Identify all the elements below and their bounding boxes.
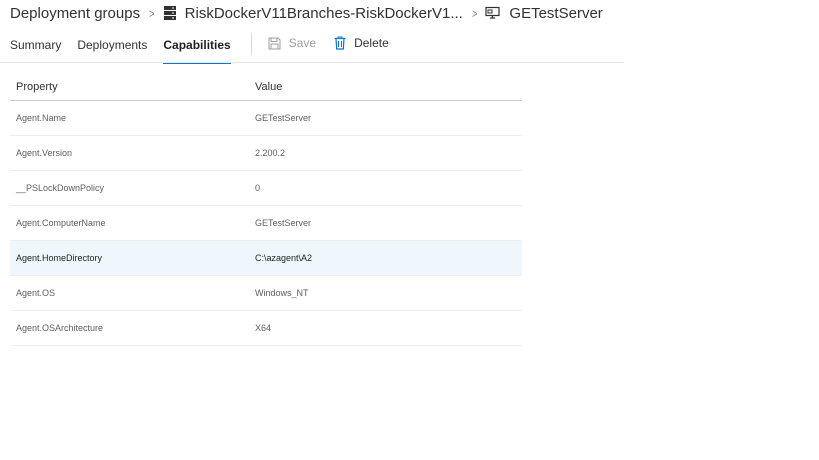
- delete-label: Delete: [354, 36, 389, 50]
- value-cell: C:\azagent\A2: [255, 253, 313, 263]
- save-label: Save: [288, 36, 317, 50]
- value-cell: X64: [255, 323, 272, 333]
- tab-bar: Summary Deployments Capabilities Save De…: [10, 32, 407, 64]
- save-button[interactable]: Save: [268, 32, 316, 50]
- breadcrumb-deployment-groups[interactable]: Deployment groups: [10, 5, 140, 22]
- tab-summary[interactable]: Summary: [10, 32, 61, 62]
- column-header-property[interactable]: Property: [10, 81, 255, 93]
- breadcrumb: Deployment groups > RiskDockerV11Branche…: [10, 2, 603, 24]
- value-cell: 2.200.2: [255, 148, 286, 158]
- save-icon: [268, 37, 281, 50]
- tab-deployments[interactable]: Deployments: [77, 32, 147, 62]
- value-cell: 0: [255, 183, 261, 193]
- breadcrumb-deployment-group-name[interactable]: RiskDockerV11Branches-RiskDockerV1...: [185, 5, 463, 22]
- column-header-value[interactable]: Value: [255, 81, 522, 93]
- table-row-selected[interactable]: Agent.HomeDirectory C:\azagent\A2: [10, 241, 522, 276]
- table-row[interactable]: Agent.ComputerName GETestServer: [10, 206, 522, 241]
- value-cell: Windows_NT: [255, 288, 309, 298]
- table-row[interactable]: Agent.OSArchitecture X64: [10, 311, 522, 346]
- property-cell: Agent.ComputerName: [16, 218, 106, 228]
- property-cell: Agent.OS: [16, 288, 56, 298]
- table-row[interactable]: Agent.Version 2.200.2: [10, 136, 522, 171]
- capabilities-table: Property Value Agent.Name GETestServer A…: [10, 74, 522, 346]
- chevron-right-icon: >: [471, 5, 478, 21]
- toolbar-divider: [250, 33, 252, 55]
- property-cell: Agent.Name: [16, 113, 67, 123]
- property-cell: Agent.OSArchitecture: [16, 323, 104, 333]
- table-row[interactable]: Agent.Name GETestServer: [10, 101, 522, 136]
- trash-icon: [334, 36, 346, 50]
- property-cell: __PSLockDownPolicy: [16, 183, 105, 193]
- table-row[interactable]: Agent.OS Windows_NT: [10, 276, 522, 311]
- tab-capabilities[interactable]: Capabilities: [163, 32, 232, 64]
- table-row[interactable]: __PSLockDownPolicy 0: [10, 171, 522, 206]
- property-cell: Agent.HomeDirectory: [16, 253, 103, 263]
- breadcrumb-target-name[interactable]: GETestServer: [509, 5, 602, 22]
- value-cell: GETestServer: [255, 113, 312, 123]
- server-stack-icon: [163, 5, 177, 21]
- delete-button[interactable]: Delete: [334, 32, 389, 50]
- target-machine-icon: [485, 6, 501, 20]
- chevron-right-icon: >: [149, 5, 155, 21]
- header-divider: [0, 62, 624, 63]
- table-header: Property Value: [10, 74, 522, 101]
- value-cell: GETestServer: [255, 218, 312, 228]
- property-cell: Agent.Version: [16, 148, 73, 158]
